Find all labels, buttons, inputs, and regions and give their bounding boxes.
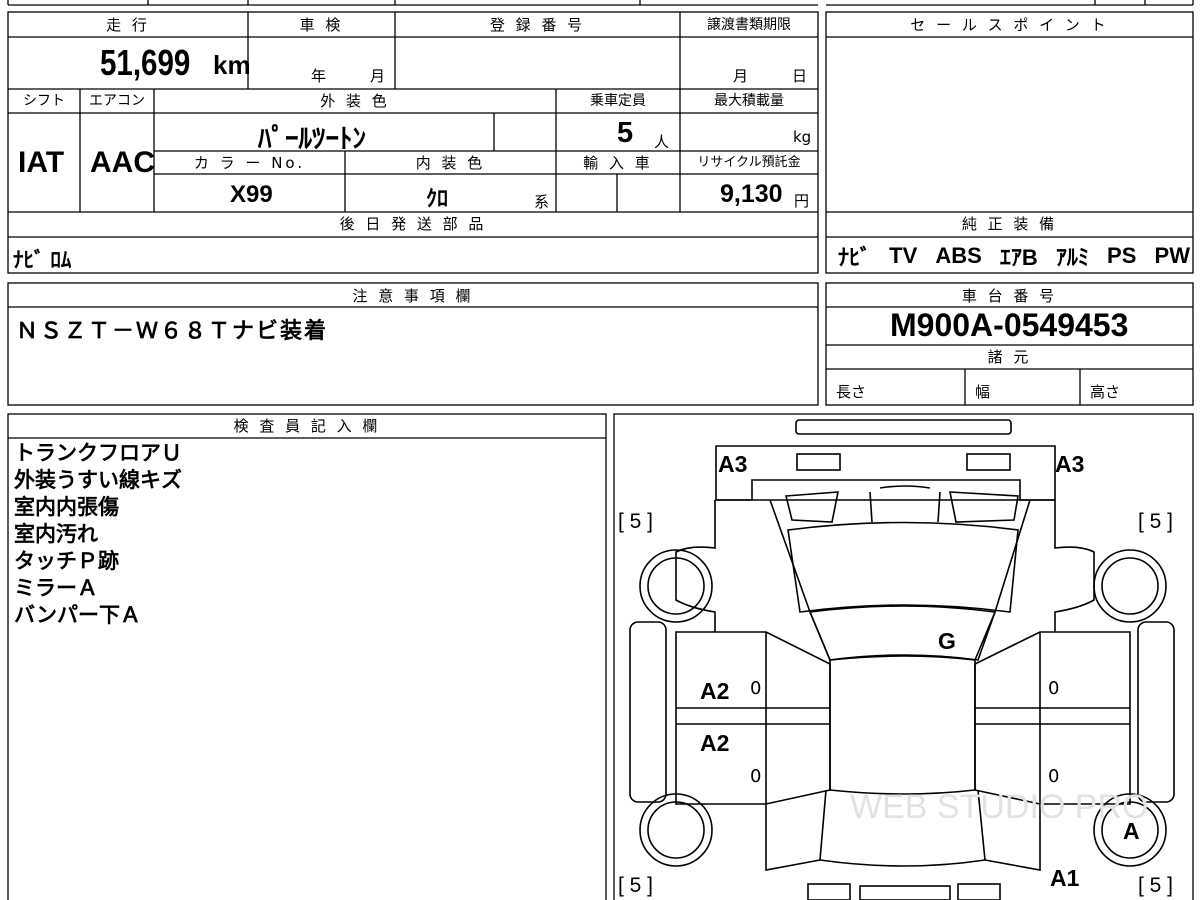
inspector-line: 室内汚れ bbox=[14, 522, 98, 546]
inspector-notes: トランクフロアＵ 外装うすい線キズ 室内内張傷 室内汚れ タッチＰ跡 ミラーＡ … bbox=[14, 440, 594, 629]
notes-text: ＮＳＺＴ－Ｗ６８Ｔナビ装着 bbox=[16, 319, 329, 344]
aircon-value: AAC bbox=[90, 146, 155, 179]
color-no-value: X99 bbox=[230, 181, 273, 208]
capacity-value: 5 bbox=[617, 117, 634, 149]
inspector-header: 検 査 員 記 入 欄 bbox=[233, 417, 381, 435]
interior-color-suffix: 系 bbox=[534, 193, 550, 211]
equipment-item: ABS bbox=[935, 243, 982, 268]
inspector-line: バンパー下Ａ bbox=[14, 603, 142, 627]
spec-width-label: 幅 bbox=[975, 383, 991, 401]
max-load-unit: kg bbox=[793, 128, 812, 146]
mark-windshield: G bbox=[938, 628, 956, 654]
genuine-equipment-list: ﾅﾋﾞ TV ABS ｴｱB ｱﾙﾐ PS PW bbox=[838, 241, 1190, 271]
capacity-unit: 人 bbox=[654, 133, 670, 151]
exterior-color-value: ﾊﾟｰﾙﾂｰﾄﾝ bbox=[258, 124, 366, 154]
equipment-item: PS bbox=[1107, 243, 1137, 268]
equipment-item: ﾅﾋﾞ bbox=[838, 245, 872, 270]
mark-rear-quarter-right: A1 bbox=[1050, 865, 1080, 891]
mark-front-left: A3 bbox=[718, 451, 748, 477]
door-zero-right-rear: 0 bbox=[1048, 766, 1060, 787]
later-parts-value: ﾅﾋﾞ ﾛﾑ bbox=[13, 249, 72, 272]
shaken-month-label: 月 bbox=[370, 67, 386, 85]
shift-header: シフト bbox=[23, 93, 65, 109]
transfer-month-label: 月 bbox=[733, 67, 749, 85]
equipment-item: PW bbox=[1154, 243, 1190, 268]
inspector-line: 外装うすい線キズ bbox=[14, 468, 182, 492]
registration-header: 登 録 番 号 bbox=[489, 16, 586, 34]
interior-color-value: ｸﾛ bbox=[426, 186, 449, 211]
door-zero-right-front: 0 bbox=[1048, 678, 1060, 699]
tire-rear-left: [ 5 ] bbox=[618, 874, 654, 897]
shaken-year-label: 年 bbox=[311, 67, 327, 85]
diagram-watermark: WEB STUDIO PRO bbox=[850, 788, 1149, 826]
later-parts-header: 後 日 発 送 部 品 bbox=[339, 215, 487, 233]
car-diagram bbox=[629, 419, 1175, 900]
inspector-line: ミラーＡ bbox=[14, 576, 98, 600]
exterior-color-header: 外 装 色 bbox=[320, 92, 390, 110]
capacity-header: 乗車定員 bbox=[590, 93, 646, 109]
inspector-line: タッチＰ跡 bbox=[14, 549, 119, 573]
equipment-item: ｴｱB bbox=[999, 245, 1038, 270]
spec-height-label: 高さ bbox=[1090, 383, 1121, 401]
mileage-header: 走 行 bbox=[106, 16, 150, 34]
recycle-value: 9,130 bbox=[720, 180, 783, 208]
mileage-unit: km bbox=[213, 50, 251, 80]
mark-front-door-left: A2 bbox=[700, 678, 730, 704]
top-remnant bbox=[248, 0, 395, 5]
chassis-value: M900A-0549453 bbox=[890, 307, 1129, 343]
recycle-header: リサイクル預託金 bbox=[697, 155, 801, 170]
max-load-header: 最大積載量 bbox=[714, 93, 784, 109]
door-zero-left-rear: 0 bbox=[750, 766, 762, 787]
aircon-header: エアコン bbox=[89, 93, 145, 109]
door-zero-left-front: 0 bbox=[750, 678, 762, 699]
tire-front-left: [ 5 ] bbox=[618, 510, 654, 533]
sales-point-header: セ ー ル ス ポ イ ン ト bbox=[910, 16, 1109, 34]
mark-front-right: A3 bbox=[1055, 451, 1085, 477]
interior-color-header: 内 装 色 bbox=[415, 154, 486, 172]
transfer-day-label: 日 bbox=[792, 67, 808, 85]
equipment-item: TV bbox=[889, 243, 918, 268]
recycle-unit: 円 bbox=[794, 192, 810, 210]
inspector-line: 室内内張傷 bbox=[14, 495, 119, 519]
chassis-header: 車 台 番 号 bbox=[961, 287, 1058, 305]
mileage-number: 51,699 bbox=[100, 42, 191, 83]
genuine-equipment-header: 純 正 装 備 bbox=[961, 215, 1058, 233]
specs-header: 諸 元 bbox=[987, 348, 1032, 366]
shift-value: IAT bbox=[18, 146, 65, 179]
spec-length-label: 長さ bbox=[836, 383, 867, 401]
shaken-header: 車 検 bbox=[299, 16, 344, 34]
tire-front-right: [ 5 ] bbox=[1138, 510, 1174, 533]
notes-header: 注 意 事 項 欄 bbox=[352, 287, 474, 305]
color-no-header: カ ラ ー No. bbox=[193, 154, 306, 172]
mileage-value: 51,699 bbox=[100, 42, 210, 84]
mark-rear-door-left: A2 bbox=[700, 730, 730, 756]
inspector-line: トランクフロアＵ bbox=[14, 441, 182, 465]
mark-rear-wheel-right: A bbox=[1123, 818, 1140, 844]
transfer-deadline-header: 譲渡書類期限 bbox=[707, 17, 791, 33]
import-header: 輸 入 車 bbox=[583, 154, 653, 172]
equipment-item: ｱﾙﾐ bbox=[1055, 245, 1089, 270]
tire-rear-right: [ 5 ] bbox=[1138, 874, 1174, 897]
